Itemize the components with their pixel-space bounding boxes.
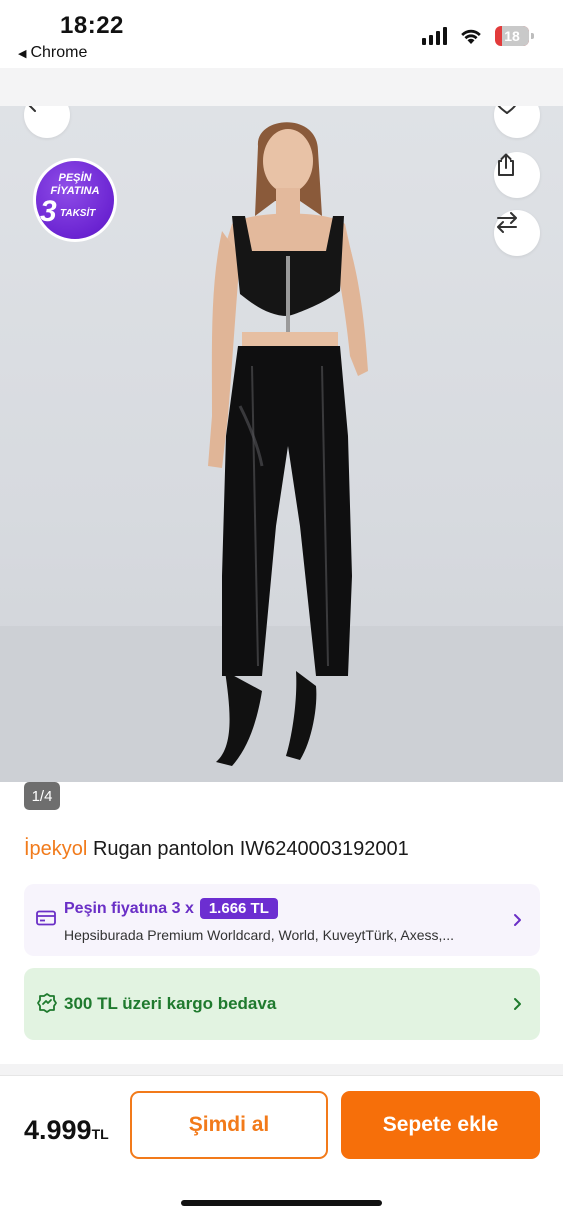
installment-card[interactable]: Peşin fiyatına 3 x 1.666 TL Hepsiburada … [24,884,540,956]
compare-button[interactable] [494,210,540,256]
price-value: 4.999 [24,1115,92,1145]
favorite-list-icon [497,106,517,114]
chevron-right-icon [514,914,521,926]
status-bar: 18:22 ◀ Chrome 18 [0,0,563,68]
product-title: İpekyol Rugan pantolon IW6240003192001 [24,838,409,861]
home-indicator[interactable] [181,1200,382,1206]
price-currency: TL [91,1126,109,1142]
badge-line1: PEŞİN [58,172,92,184]
buy-now-button[interactable]: Şimdi al [130,1091,328,1159]
back-app-label: Chrome [30,44,88,61]
share-icon [498,153,514,176]
compare-icon [497,212,517,233]
share-button[interactable] [494,152,540,198]
card-icon [36,910,56,926]
free-shipping-text: 300 TL üzeri kargo bedava [64,994,277,1013]
battery-level: 18 [504,28,520,44]
shipping-card[interactable]: 300 TL üzeri kargo bedava [24,968,540,1040]
installment-cards: Hepsiburada Premium Worldcard, World, Ku… [64,927,455,943]
top-strip [0,68,563,106]
section-divider [0,1064,563,1076]
add-to-cart-button[interactable]: Sepete ekle [341,1091,540,1159]
image-page-counter: 1/4 [24,782,60,810]
installment-title: Peşin fiyatına 3 x 1.666 TL [64,898,278,919]
status-time: 18:22 [60,12,124,39]
brand-link[interactable]: İpekyol [24,838,87,860]
back-triangle-icon: ◀ [18,47,27,60]
cargo-icon [37,993,57,1013]
chevron-right-icon [514,998,521,1010]
badge-word: TAKSİT [60,208,96,219]
badge-number: 3 [40,195,57,228]
cellular-signal-icon [422,27,447,45]
wifi-icon [461,29,481,44]
product-name: Rugan pantolon IW6240003192001 [92,838,409,860]
battery-icon: 18 [495,26,534,46]
installment-promo-badge: PEŞİN FİYATINA 3 TAKSİT [33,158,117,242]
back-to-app[interactable]: ◀ Chrome [18,44,87,62]
status-icons: 18 [422,26,534,46]
installment-label: Peşin fiyatına 3 x [64,899,194,917]
installment-amount: 1.666 TL [199,898,278,919]
product-price: 4.999TL [24,1115,109,1146]
back-arrow-icon [28,106,36,112]
